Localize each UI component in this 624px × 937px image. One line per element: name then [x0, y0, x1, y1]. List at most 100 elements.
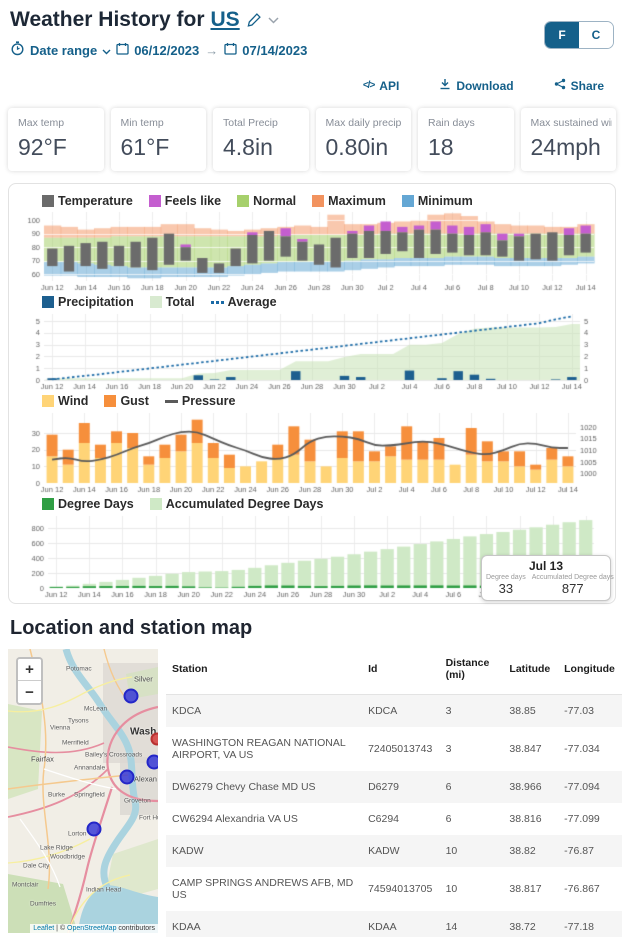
station-table-cell: 6: [440, 803, 504, 835]
api-button[interactable]: </> API: [357, 77, 405, 94]
station-table-row: CAMP SPRINGS ANDREWS AFB, MD US745940137…: [166, 867, 622, 911]
station-table-cell: 38.817: [503, 867, 558, 911]
weather-history-page: Weather History for US F C Date range 06…: [0, 0, 624, 937]
stats-row: Max temp92°FMin temp61°FTotal Precip4.8i…: [0, 102, 624, 181]
station-marker[interactable]: [147, 755, 159, 770]
tooltip-value-accumulated: 877: [562, 581, 584, 596]
station-table-cell: 14: [440, 911, 504, 937]
map-place-label: Potomac: [66, 666, 92, 673]
station-table-cell: -77.099: [558, 803, 622, 835]
stat-card: Rain days 18: [418, 108, 514, 171]
station-table-cell: 3: [440, 695, 504, 728]
precipitation-chart-block: Precipitation Total Average: [18, 295, 606, 392]
stat-label: Min temp: [121, 117, 203, 129]
tooltip-label-degree-days: Degree days: [486, 574, 526, 581]
location-link[interactable]: US: [211, 8, 240, 32]
leaflet-link[interactable]: Leaflet: [33, 925, 54, 932]
legend-swatch-icon: [150, 498, 162, 510]
celsius-button[interactable]: C: [579, 22, 613, 48]
map-place-label: Annandale: [74, 765, 105, 772]
legend-item[interactable]: Feels like: [149, 194, 221, 208]
map-zoom-control: + −: [16, 657, 43, 705]
station-marker[interactable]: [87, 822, 102, 837]
legend-label: Accumulated Degree Days: [166, 497, 324, 511]
legend-item[interactable]: Total: [150, 295, 195, 309]
stat-card: Max daily precip0.80in: [316, 108, 412, 171]
precipitation-chart[interactable]: [18, 310, 606, 392]
tooltip-label-accumulated: Accumulated Degree days: [532, 574, 614, 581]
stat-value: 24mph: [531, 134, 613, 161]
legend-item[interactable]: Degree Days: [42, 497, 134, 511]
station-table-cell: 38.72: [503, 911, 558, 937]
station-marker[interactable]: [120, 770, 135, 785]
station-table-cell: 74594013705: [362, 867, 440, 911]
legend-item[interactable]: Pressure: [165, 394, 236, 408]
date-arrow: →: [205, 43, 218, 58]
edit-icon[interactable]: [246, 12, 262, 28]
unit-toggle: F C: [544, 21, 614, 49]
date-end: 07/14/2023: [242, 43, 307, 58]
calendar-icon-start: [116, 42, 129, 58]
legend-item[interactable]: Gust: [104, 394, 148, 408]
title-text: Weather History for: [10, 8, 205, 32]
wind-legend: Wind Gust Pressure: [42, 394, 606, 408]
stat-label: Rain days: [428, 117, 510, 129]
stat-value: 18: [428, 134, 510, 161]
map[interactable]: + − PotomacSilverRestonMcLeanTysonsVienn…: [8, 649, 158, 933]
stat-card: Max temp92°F: [8, 108, 104, 171]
map-place-label: Silver: [134, 675, 153, 684]
station-marker[interactable]: [124, 689, 139, 704]
station-table-cell: 38.816: [503, 803, 558, 835]
legend-item[interactable]: Accumulated Degree Days: [150, 497, 324, 511]
legend-item[interactable]: Wind: [42, 394, 88, 408]
legend-label: Gust: [120, 394, 148, 408]
stat-card: Min temp 61°F: [111, 108, 207, 171]
map-zoom-in-button[interactable]: +: [18, 659, 41, 681]
temperature-legend: Temperature Feels like Normal Maximum Minimu…: [42, 194, 606, 208]
station-table-cell: KDAA: [166, 911, 362, 937]
station-column-header: Longitude: [558, 649, 622, 695]
station-marker[interactable]: [151, 733, 159, 746]
tooltip-value-degree-days: 33: [499, 581, 513, 596]
legend-item[interactable]: Temperature: [42, 194, 133, 208]
map-place-label: Bailey's Crossroads: [85, 752, 142, 759]
legend-swatch-icon: [165, 400, 178, 403]
legend-item[interactable]: Normal: [237, 194, 296, 208]
station-table-cell: KDAA: [362, 911, 440, 937]
date-range-control[interactable]: Date range 06/12/2023 → 07/14/2023: [0, 32, 624, 61]
wind-chart[interactable]: [18, 409, 606, 495]
download-button[interactable]: Download: [433, 77, 519, 94]
legend-swatch-icon: [402, 195, 414, 207]
share-button[interactable]: Share: [548, 77, 610, 94]
map-place-label: Lorton: [68, 831, 86, 838]
legend-item[interactable]: Average: [211, 295, 277, 309]
title-chevron-icon[interactable]: [268, 17, 279, 24]
stat-value: 61°F: [121, 134, 203, 161]
legend-swatch-icon: [237, 195, 249, 207]
fahrenheit-button[interactable]: F: [545, 22, 579, 48]
legend-item[interactable]: Maximum: [312, 194, 386, 208]
stat-label: Max temp: [18, 117, 100, 129]
station-table-cell: -76.867: [558, 867, 622, 911]
temperature-chart-block: Temperature Feels like Normal Maximum Minimu…: [18, 194, 606, 293]
station-table-cell: 6: [440, 771, 504, 803]
legend-item[interactable]: Minimum: [402, 194, 473, 208]
map-section-title: Location and station map: [10, 617, 614, 640]
station-table-row: KDAAKDAA1438.72-77.18: [166, 911, 622, 937]
station-table-cell: KADW: [166, 835, 362, 867]
legend-swatch-icon: [211, 301, 224, 304]
map-place-label: Burke: [48, 792, 65, 799]
stat-value: 4.8in: [223, 134, 305, 161]
stat-card: Max sustained wind 24mph: [521, 108, 617, 171]
station-table-cell: 10: [440, 867, 504, 911]
legend-swatch-icon: [312, 195, 324, 207]
map-zoom-out-button[interactable]: −: [18, 681, 41, 703]
legend-item[interactable]: Precipitation: [42, 295, 134, 309]
map-place-label: Vienna: [50, 725, 70, 732]
map-place-label: McLean: [84, 706, 107, 713]
osm-link[interactable]: OpenStreetMap: [67, 925, 116, 932]
stat-label: Max sustained wind: [531, 117, 613, 129]
temperature-chart[interactable]: [18, 209, 606, 293]
legend-label: Wind: [58, 394, 88, 408]
map-place-label: Dale City: [23, 863, 49, 870]
